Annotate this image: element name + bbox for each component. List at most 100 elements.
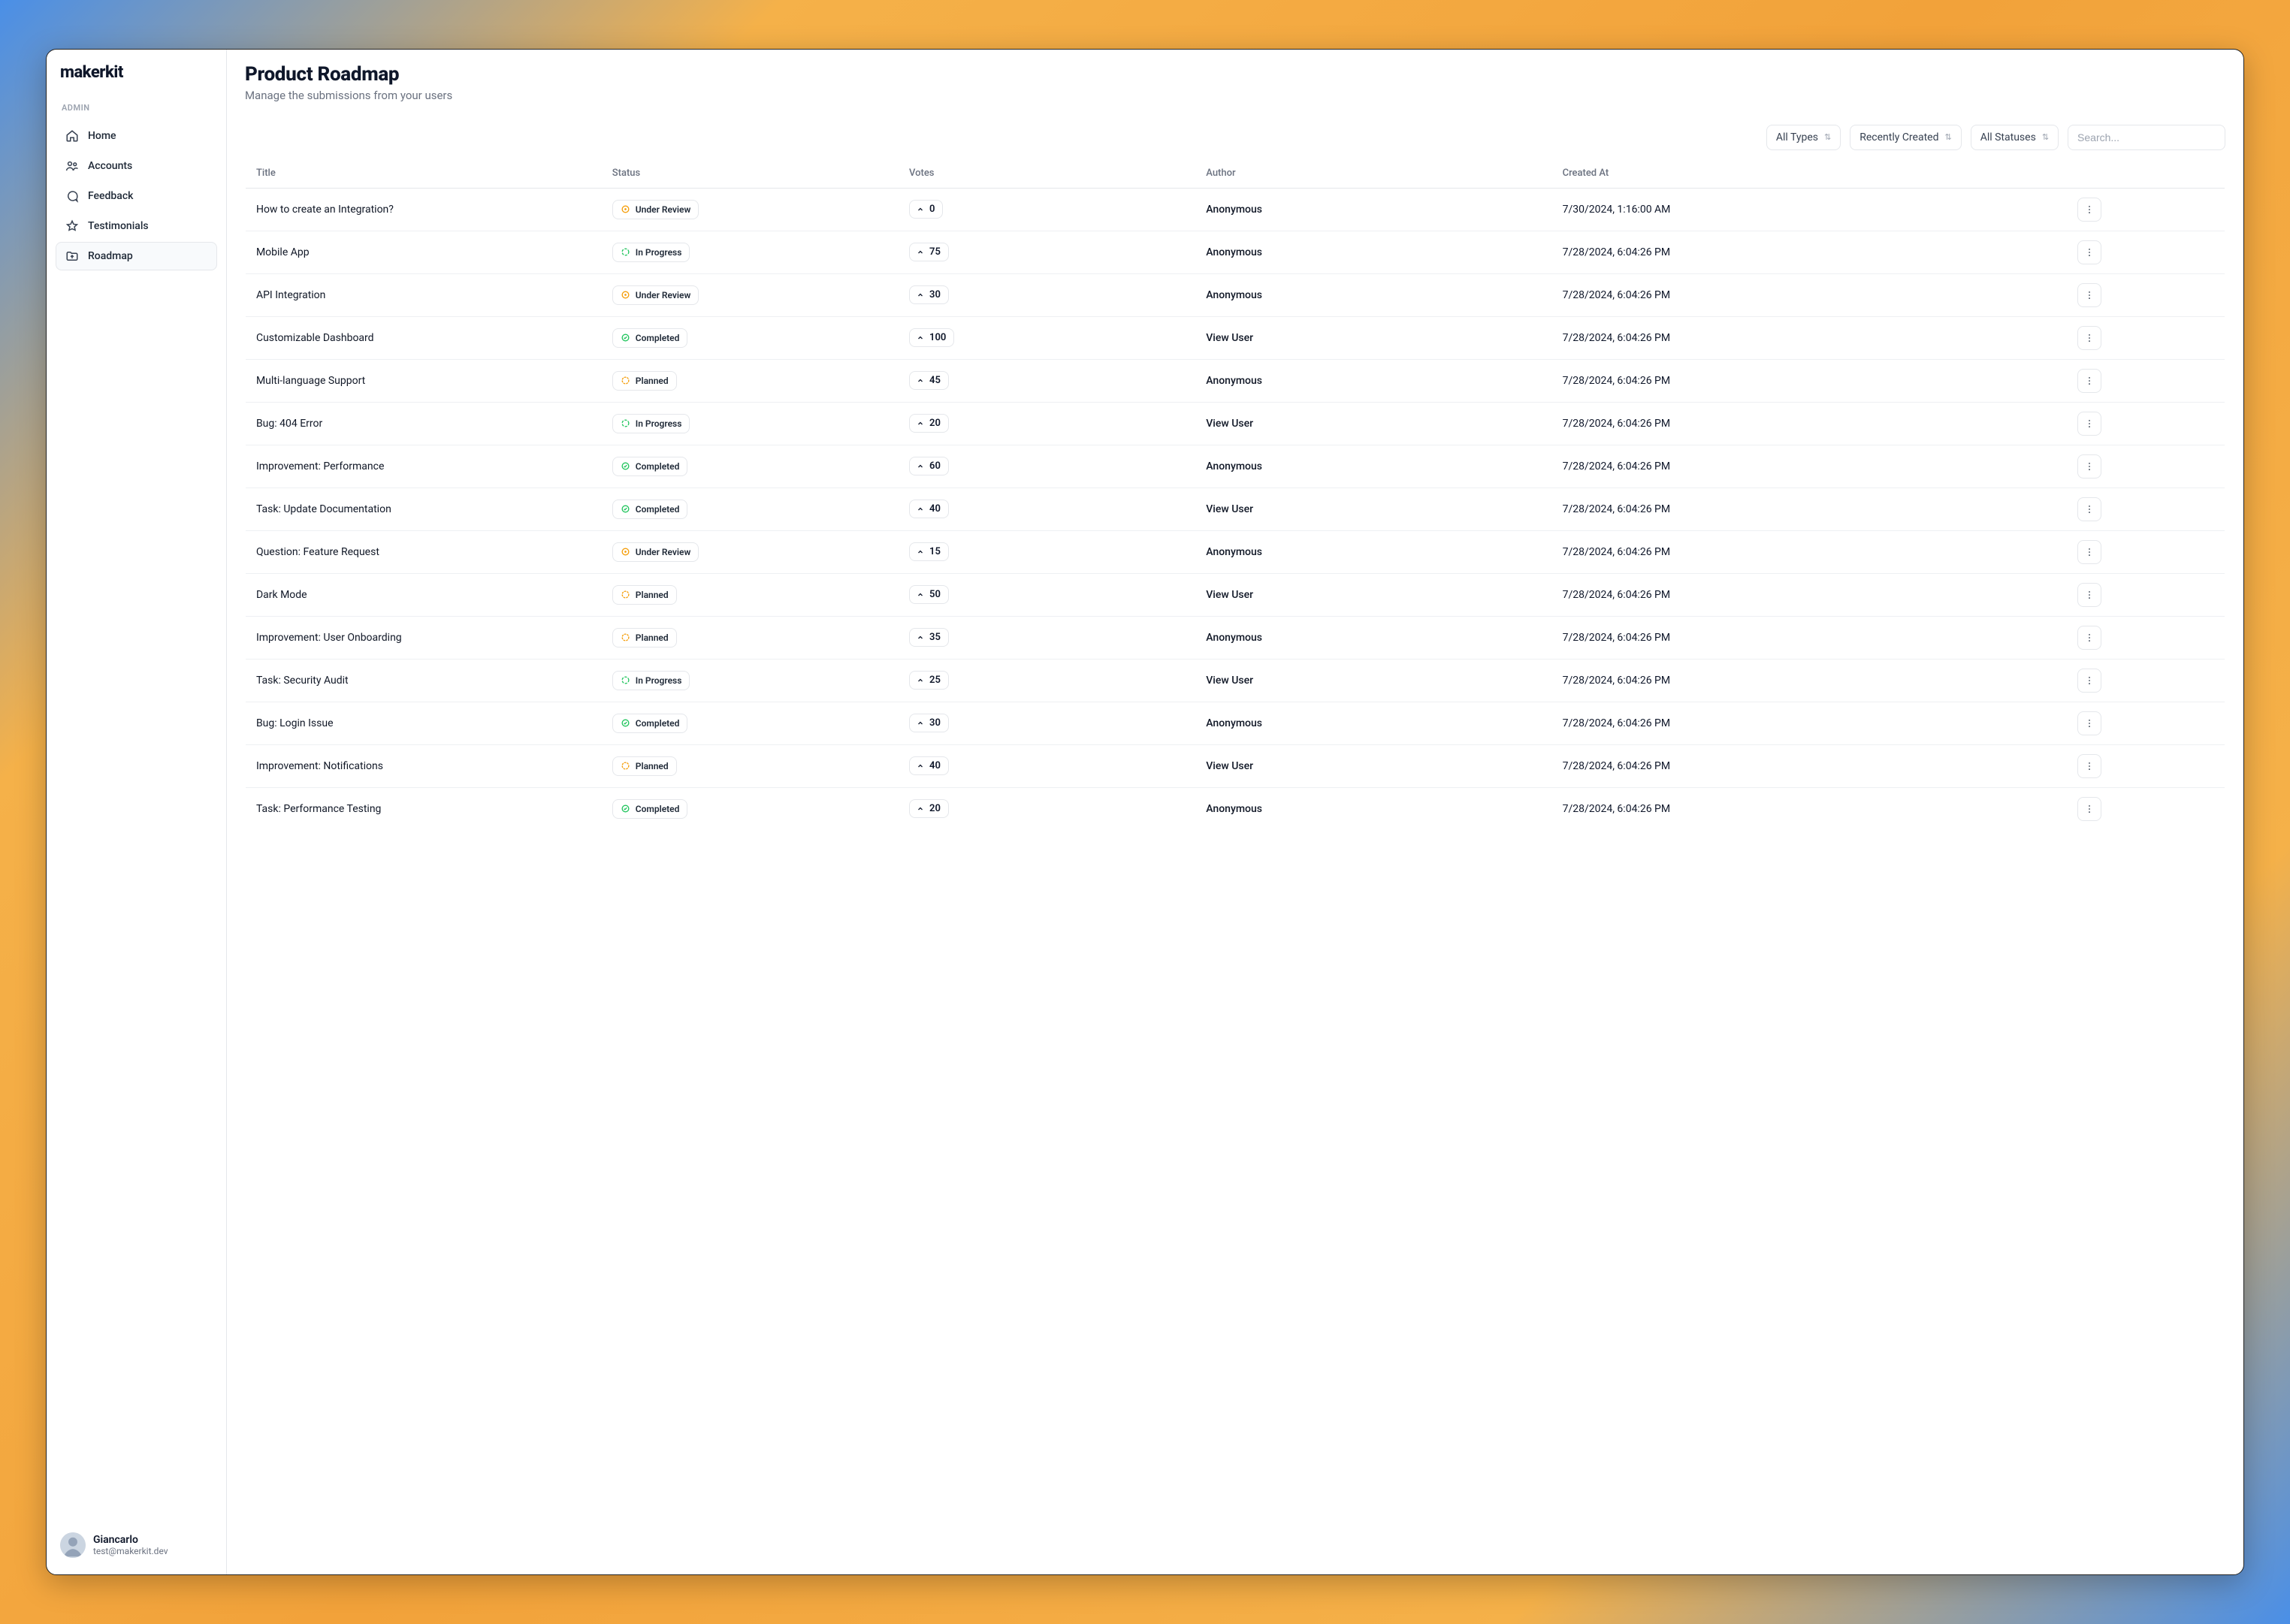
vote-button[interactable]: 40 bbox=[909, 756, 949, 775]
table-row[interactable]: How to create an Integration?Under Revie… bbox=[245, 188, 2225, 231]
row-menu-button[interactable] bbox=[2077, 283, 2101, 307]
cell-created: 7/28/2024, 6:04:26 PM bbox=[1552, 530, 2067, 573]
vote-button[interactable]: 20 bbox=[909, 414, 949, 433]
cell-status: Planned bbox=[602, 359, 899, 402]
table-row[interactable]: Improvement: PerformanceCompleted60Anony… bbox=[245, 445, 2225, 488]
table-row[interactable]: Task: Performance TestingCompleted20Anon… bbox=[245, 787, 2225, 830]
table-row[interactable]: API IntegrationUnder Review30Anonymous7/… bbox=[245, 273, 2225, 316]
vote-button[interactable]: 45 bbox=[909, 371, 949, 390]
author-label: Anonymous bbox=[1206, 375, 1262, 387]
more-vertical-icon bbox=[2084, 461, 2095, 472]
more-vertical-icon bbox=[2084, 547, 2095, 557]
table-row[interactable]: Bug: 404 ErrorIn Progress20View User7/28… bbox=[245, 402, 2225, 445]
table-row[interactable]: Question: Feature RequestUnder Review15A… bbox=[245, 530, 2225, 573]
page-subtitle: Manage the submissions from your users bbox=[245, 89, 2225, 102]
vote-count: 75 bbox=[929, 246, 941, 258]
brand-logo: makerkit bbox=[56, 60, 217, 95]
app-window: makerkit ADMIN Home Accounts FeedbackTesti… bbox=[46, 49, 2244, 1575]
table-row[interactable]: Task: Security AuditIn Progress25View Us… bbox=[245, 659, 2225, 702]
row-menu-button[interactable] bbox=[2077, 412, 2101, 436]
table-row[interactable]: Customizable DashboardCompleted100View U… bbox=[245, 316, 2225, 359]
chevron-up-icon bbox=[916, 248, 925, 257]
vote-button[interactable]: 75 bbox=[909, 243, 949, 261]
row-menu-button[interactable] bbox=[2077, 240, 2101, 264]
sidebar-item-label: Accounts bbox=[88, 160, 132, 172]
vote-button[interactable]: 40 bbox=[909, 500, 949, 518]
table-row[interactable]: Mobile AppIn Progress75Anonymous7/28/202… bbox=[245, 231, 2225, 273]
view-user-link[interactable]: View User bbox=[1206, 760, 1253, 772]
status-label: Under Review bbox=[636, 204, 691, 215]
row-menu-button[interactable] bbox=[2077, 711, 2101, 735]
sort-filter[interactable]: Recently Created ⇅ bbox=[1850, 125, 1962, 150]
col-status[interactable]: Status bbox=[602, 158, 899, 188]
col-votes[interactable]: Votes bbox=[899, 158, 1195, 188]
row-menu-button[interactable] bbox=[2077, 669, 2101, 693]
sidebar-item-testimonials[interactable]: Testimonials bbox=[56, 212, 217, 240]
vote-button[interactable]: 30 bbox=[909, 285, 949, 304]
cell-actions bbox=[2067, 316, 2225, 359]
row-menu-button[interactable] bbox=[2077, 497, 2101, 521]
row-menu-button[interactable] bbox=[2077, 754, 2101, 778]
sidebar-section-label: ADMIN bbox=[56, 95, 217, 119]
sidebar-item-feedback[interactable]: Feedback bbox=[56, 182, 217, 210]
status-label: Completed bbox=[636, 461, 680, 472]
col-author[interactable]: Author bbox=[1195, 158, 1551, 188]
chevron-up-icon bbox=[916, 804, 925, 814]
search-input[interactable] bbox=[2077, 131, 2216, 143]
vote-count: 30 bbox=[929, 289, 941, 300]
vote-button[interactable]: 20 bbox=[909, 799, 949, 818]
more-vertical-icon bbox=[2084, 247, 2095, 258]
vote-button[interactable]: 15 bbox=[909, 542, 949, 561]
vote-button[interactable]: 50 bbox=[909, 585, 949, 604]
sidebar-item-accounts[interactable]: Accounts bbox=[56, 152, 217, 180]
row-menu-button[interactable] bbox=[2077, 454, 2101, 478]
row-menu-button[interactable] bbox=[2077, 369, 2101, 393]
view-user-link[interactable]: View User bbox=[1206, 332, 1253, 344]
search-box[interactable] bbox=[2068, 125, 2225, 150]
row-menu-button[interactable] bbox=[2077, 797, 2101, 821]
row-menu-button[interactable] bbox=[2077, 583, 2101, 607]
author-label: Anonymous bbox=[1206, 717, 1262, 729]
status-label: Planned bbox=[636, 376, 669, 386]
status-icon bbox=[621, 333, 630, 343]
row-menu-button[interactable] bbox=[2077, 198, 2101, 222]
status-filter[interactable]: All Statuses ⇅ bbox=[1971, 125, 2059, 150]
more-vertical-icon bbox=[2084, 333, 2095, 343]
view-user-link[interactable]: View User bbox=[1206, 503, 1253, 515]
row-menu-button[interactable] bbox=[2077, 326, 2101, 350]
cell-author: Anonymous bbox=[1195, 359, 1551, 402]
table-row[interactable]: Task: Update DocumentationCompleted40Vie… bbox=[245, 488, 2225, 530]
view-user-link[interactable]: View User bbox=[1206, 418, 1253, 430]
cell-author: Anonymous bbox=[1195, 445, 1551, 488]
sidebar-item-home[interactable]: Home bbox=[56, 122, 217, 150]
view-user-link[interactable]: View User bbox=[1206, 589, 1253, 601]
vote-button[interactable]: 30 bbox=[909, 714, 949, 732]
user-chip[interactable]: Giancarlo test@makerkit.dev bbox=[56, 1525, 217, 1565]
sidebar-nav: Home Accounts FeedbackTestimonialsRoadmap bbox=[56, 122, 217, 270]
table-row[interactable]: Dark ModePlanned50View User7/28/2024, 6:… bbox=[245, 573, 2225, 616]
col-actions bbox=[2067, 158, 2225, 188]
author-label: Anonymous bbox=[1206, 246, 1262, 258]
vote-button[interactable]: 60 bbox=[909, 457, 949, 475]
table-row[interactable]: Bug: Login IssueCompleted30Anonymous7/28… bbox=[245, 702, 2225, 744]
col-created[interactable]: Created At bbox=[1552, 158, 2067, 188]
cell-actions bbox=[2067, 231, 2225, 273]
vote-button[interactable]: 25 bbox=[909, 671, 949, 690]
chevron-up-icon bbox=[916, 376, 925, 385]
table-row[interactable]: Improvement: NotificationsPlanned40View … bbox=[245, 744, 2225, 787]
vote-button[interactable]: 0 bbox=[909, 200, 943, 219]
vote-button[interactable]: 100 bbox=[909, 328, 954, 347]
type-filter[interactable]: All Types ⇅ bbox=[1766, 125, 1841, 150]
table-row[interactable]: Multi-language SupportPlanned45Anonymous… bbox=[245, 359, 2225, 402]
view-user-link[interactable]: View User bbox=[1206, 675, 1253, 687]
row-menu-button[interactable] bbox=[2077, 540, 2101, 564]
col-title[interactable]: Title bbox=[245, 158, 601, 188]
row-menu-button[interactable] bbox=[2077, 626, 2101, 650]
status-filter-label: All Statuses bbox=[1980, 131, 2036, 143]
more-vertical-icon bbox=[2084, 418, 2095, 429]
vote-button[interactable]: 35 bbox=[909, 628, 949, 647]
sidebar-item-roadmap[interactable]: Roadmap bbox=[56, 242, 217, 270]
table-row[interactable]: Improvement: User OnboardingPlanned35Ano… bbox=[245, 616, 2225, 659]
cell-status: In Progress bbox=[602, 402, 899, 445]
cell-status: Planned bbox=[602, 744, 899, 787]
